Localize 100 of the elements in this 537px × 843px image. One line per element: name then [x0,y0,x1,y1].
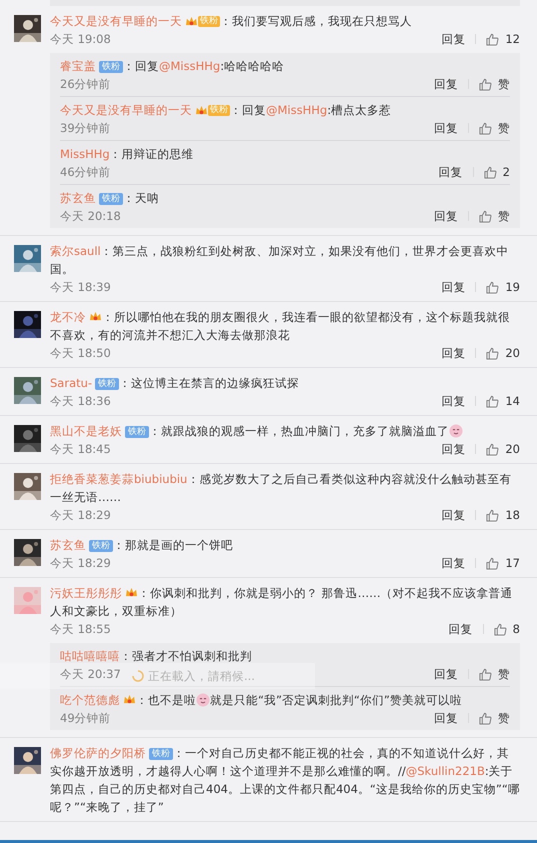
thumbs-up-icon[interactable] [484,166,497,178]
comment-time: 今天 18:29 [50,555,111,572]
user-name-link[interactable]: Saratu- [50,376,92,390]
fan-badge: 铁粉 [95,378,120,390]
comment-text: 吃个范德彪 ：也不是啦 就是只能“我”否定讽刺批判“你们”赞美就可以啦 [60,692,463,709]
user-name-link[interactable]: 今天又是没有早睡的一天 [60,103,192,117]
reply-link[interactable]: 回复 [434,709,458,727]
thumbs-up-icon[interactable] [479,210,492,222]
comment-text: 今天又是没有早睡的一天 铁粉 ：我们要写观后感，我现在只想骂人 [50,13,413,30]
crown-icon [195,105,208,116]
fan-badge: 铁粉 [208,105,230,116]
reply-link[interactable]: 回复 [441,344,466,362]
user-name-link[interactable]: 污妖王彤彤彤 [50,586,122,600]
reply-link[interactable]: 回复 [434,119,458,137]
fan-badge: 铁粉 [149,748,173,760]
reply-link[interactable]: 回复 [441,440,466,458]
comment-text: 污妖王彤彤彤 ：你讽刺和批判，你就是弱小的？ 那鲁迅……（对不起我不应该拿普通人和文豪比，双重标准） [50,585,514,620]
crown-icon [89,311,102,322]
reply-link[interactable]: 回复 [434,75,458,93]
comment-time: 今天 18:39 [50,279,111,296]
user-name-link[interactable]: 吃个范德彪 [60,693,120,707]
crown-icon [185,16,198,27]
comment-text: MissHHg：用辩证的思维 [60,146,195,163]
comment-text: Saratu- 铁粉 ：这位博主在禁言的边缘疯狂试探 [50,375,300,392]
comment-time: 今天 19:08 [50,31,111,48]
reply-time: 26分钟前 [60,76,111,93]
comment-text: 龙不冷 ：所以哪怕他在我的朋友圈很火，我连看一眼的欲望都没有，这个标题我就很不喜欢，有的河流并不想汇入大海去做那浪花 [50,309,511,344]
comment-time: 今天 18:29 [50,507,111,524]
like-count: 17 [505,555,520,572]
reply-time: 今天 20:37 [60,666,121,683]
user-name-link[interactable]: 睿宝盖 [60,59,96,73]
fan-badge: 铁粉 [89,540,113,552]
like-count: 19 [505,279,520,296]
thumbs-up-icon[interactable] [486,556,500,570]
comment-time: 今天 18:36 [50,393,111,410]
fan-badge: 铁粉 [99,193,123,205]
comment-time: 今天 18:55 [50,621,111,638]
user-name-link[interactable]: 苏玄鱼 [60,191,96,205]
thumbs-up-icon[interactable] [486,394,500,408]
comment-time: 今天 18:45 [50,441,111,458]
like-count: 赞 [498,666,510,683]
reply-link[interactable]: 回复 [441,278,466,296]
like-count: 14 [505,393,520,410]
thumbs-up-icon[interactable] [486,508,500,522]
reply-link[interactable]: 回复 [441,392,466,410]
reply-time: 49分钟前 [60,710,111,727]
user-name-link[interactable]: MissHHg [60,147,110,161]
fan-badge: 铁粉 [125,426,149,438]
reply-link[interactable]: 回复 [441,506,466,524]
user-name-link[interactable]: 龙不冷 [50,310,86,324]
reply-link[interactable]: 回复 [434,665,458,683]
like-count: 20 [505,441,520,458]
thumbs-up-icon[interactable] [479,122,492,134]
crown-icon [123,694,136,705]
emoji-icon [449,424,463,438]
thumbs-up-icon[interactable] [486,32,500,46]
comment-time: 今天 18:50 [50,345,111,362]
crown-icon [125,587,138,598]
thumbs-up-icon[interactable] [486,442,500,456]
thumbs-up-icon[interactable] [486,280,500,294]
comment-text: 睿宝盖 铁粉 ：回复@MissHHg:哈哈哈哈哈 [60,58,286,75]
fan-badge: 铁粉 [198,16,220,27]
user-name-link[interactable]: 今天又是没有早睡的一天 [50,14,182,28]
comment-text: 苏玄鱼 铁粉 ：那就是画的一个饼吧 [50,537,234,554]
spinner-icon [132,670,144,682]
reply-link[interactable]: 回复 [441,554,466,572]
user-name-link[interactable]: 咕咕嘻嘻嘻 [60,649,120,663]
comment-text: 索尔saull：第三点，战狼粉红到处树敌、加深对立，如果没有他们，世界才会更喜欢中国。 [50,243,510,278]
reply-link[interactable]: 回复 [441,30,466,48]
reply-link[interactable]: 回复 [448,620,473,638]
like-count: 2 [502,164,510,181]
thumbs-up-icon[interactable] [479,78,492,90]
comment-text: 咕咕嘻嘻嘻：强者才不怕讽刺和批判 [60,648,253,665]
mention-link[interactable]: @MissHHg [266,103,328,117]
user-name-link[interactable]: 苏玄鱼 [50,538,86,552]
like-count: 赞 [498,710,510,727]
loading-text: 正在載入，請稍候... [148,668,255,684]
user-name-link[interactable]: 拒绝香菜葱姜蒜biubiubiu [50,472,188,486]
reply-link[interactable]: 回复 [438,163,463,181]
like-count: 赞 [498,208,510,225]
thumbs-up-icon[interactable] [479,712,492,724]
comment-text: 苏玄鱼 铁粉 ：天呐 [60,190,160,207]
reply-link[interactable]: 回复 [434,207,458,225]
like-count: 18 [505,507,520,524]
like-count: 赞 [498,76,510,93]
reply-time: 今天 20:18 [60,208,121,225]
like-count: 20 [505,345,520,362]
user-name-link[interactable]: 黑山不是老妖 [50,424,122,438]
thumbs-up-icon[interactable] [494,622,507,636]
mention-link[interactable]: @MissHHg [159,59,220,73]
reply-time: 39分钟前 [60,120,111,137]
thumbs-up-icon[interactable] [486,346,500,360]
fan-badge: 铁粉 [99,61,123,73]
user-name-link[interactable]: 佛罗伦萨的夕阳桥 [50,746,146,760]
like-count: 8 [512,621,520,638]
mention-link[interactable]: @Skullin221B [406,764,485,778]
user-name-link[interactable]: 索尔saull [50,244,101,258]
comment-text: 佛罗伦萨的夕阳桥 铁粉 ：一个对自己历史都不能正视的社会，真的不知道说什么好，其实你越开放透明，才越得人心啊！这个道理并不是那么难懂的啊。//@Skullin221B:关于第四点，自己的历史都对自己404。上课的文件都只配404。“这是我给你的历史宝物”“哪呢？”“来晚了，挂了” [50,745,520,816]
like-count: 赞 [498,120,510,137]
thumbs-up-icon[interactable] [479,668,492,680]
